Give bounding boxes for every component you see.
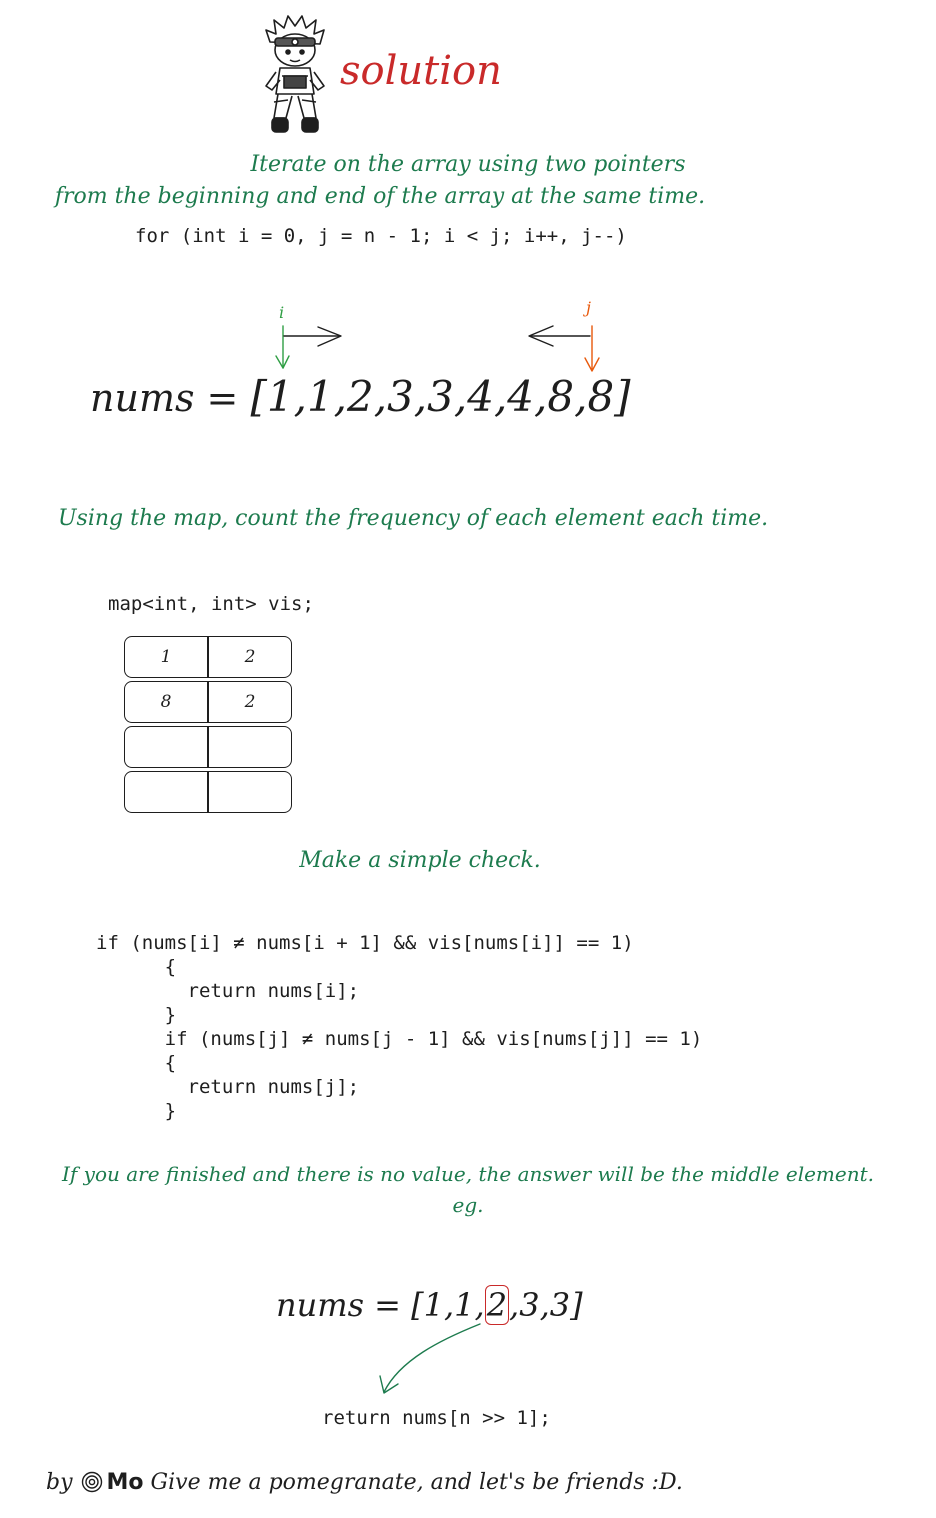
middle-element-arrow [379, 1323, 481, 1394]
map-declaration-code: map<int, int> vis; [108, 593, 314, 615]
footer-tagline: Give me a pomegranate, and let's be frie… [150, 1470, 683, 1495]
step2-text: Using the map, count the frequency of ea… [58, 506, 769, 531]
code-line: { [96, 956, 177, 978]
map-key-cell: 8 [124, 681, 208, 723]
map-value-cell: 2 [208, 636, 292, 678]
nums-array-1-values: [1,1,2,3,3,4,4,8,8] [250, 372, 631, 421]
map-key-cell [124, 771, 208, 813]
spiral-logo-icon [81, 1471, 102, 1493]
table-row [124, 726, 292, 768]
code-line: } [96, 1100, 177, 1122]
code-line: { [96, 1052, 177, 1074]
code-line: if (nums[j] ≠ nums[j - 1] && vis[nums[j]… [96, 1028, 703, 1050]
pointer-i-down-arrow [275, 325, 290, 369]
code-line: return nums[j]; [96, 1076, 360, 1098]
map-value-cell [208, 726, 292, 768]
table-row: 1 2 [124, 636, 292, 678]
nums-array-1: nums = [1,1,2,3,3,4,4,8,8] [90, 372, 631, 421]
return-middle-code: return nums[n >> 1]; [322, 1407, 551, 1429]
pointer-j-down-arrow [584, 325, 600, 372]
pointer-j-left-arrow [528, 325, 591, 347]
nums-array-1-prefix: nums = [90, 376, 251, 420]
code-line: } [96, 1004, 177, 1026]
footer-by: by [46, 1470, 73, 1495]
footer-author: Mo [106, 1470, 144, 1495]
code-line: return nums[i]; [96, 980, 360, 1002]
map-key-cell: 1 [124, 636, 208, 678]
pointer-i-right-arrow [283, 326, 342, 347]
code-line: if (nums[i] ≠ nums[i + 1] && vis[nums[i]… [96, 932, 634, 954]
map-value-cell [208, 771, 292, 813]
step4-line1: If you are finished and there is no valu… [61, 1162, 875, 1186]
map-value-cell: 2 [208, 681, 292, 723]
check-code-block: if (nums[i] ≠ nums[i + 1] && vis[nums[i]… [96, 931, 702, 1123]
frequency-map-table: 1 2 8 2 [124, 633, 292, 816]
pointer-arrows [275, 325, 600, 372]
step3-text: Make a simple check. [299, 848, 541, 873]
footer: by Mo Give me a pomegranate, and let's be… [46, 1470, 683, 1495]
step4-line2: eg. [452, 1193, 484, 1217]
table-row [124, 771, 292, 813]
map-key-cell [124, 726, 208, 768]
table-row: 8 2 [124, 681, 292, 723]
